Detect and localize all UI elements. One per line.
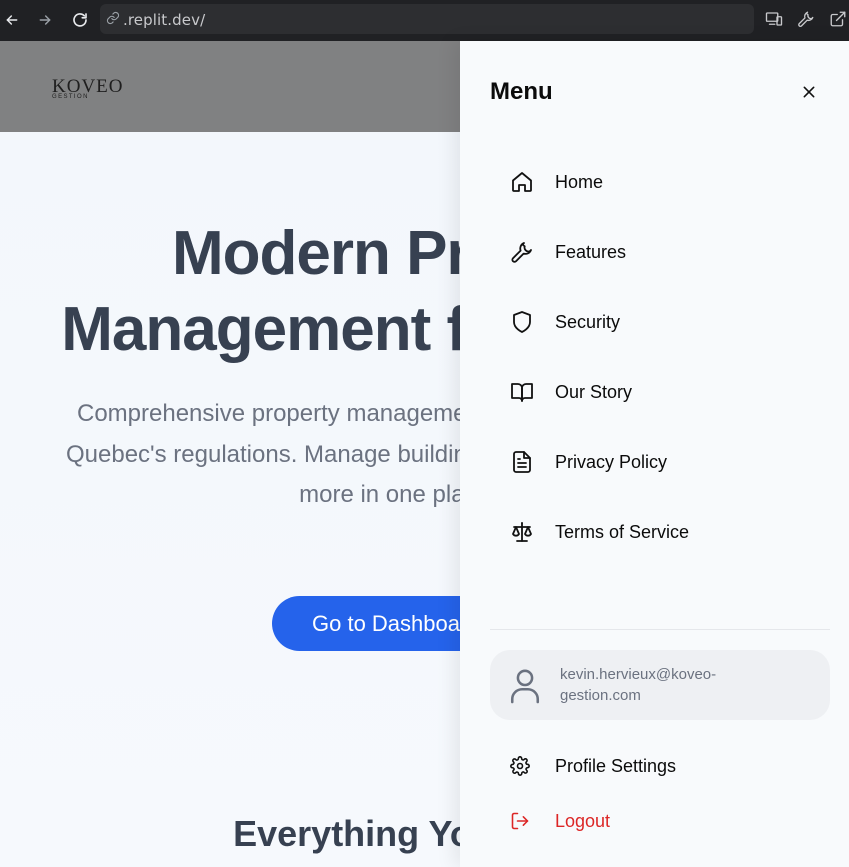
wrench-icon [490, 240, 555, 264]
menu-item-security[interactable]: Security [490, 299, 820, 345]
hero-section: Modern Property Management for Quebec Co… [0, 132, 460, 867]
menu-item-label: Privacy Policy [555, 451, 668, 472]
logout-label: Logout [555, 810, 611, 831]
reload-button[interactable] [68, 8, 92, 32]
devtools-button[interactable] [795, 8, 817, 30]
device-preview-button[interactable] [763, 8, 785, 30]
close-icon [803, 86, 815, 98]
home-icon [490, 170, 555, 194]
hero-title-line-2: Management for Quebec [61, 295, 460, 364]
reload-icon [73, 13, 87, 27]
menu-item-home[interactable]: Home [490, 159, 820, 205]
arrow-right-icon [39, 15, 51, 25]
menu-item-label: Features [555, 241, 627, 262]
hero-title-line-1: Modern Property [171, 219, 460, 288]
hero-title: Modern Property Management for Quebec [0, 216, 460, 368]
link-icon [106, 11, 120, 30]
menu-item-label: Terms of Service [555, 521, 690, 542]
menu-title: Menu [490, 78, 553, 105]
logout-icon [490, 811, 555, 831]
shield-icon [490, 310, 555, 334]
user-avatar-icon [508, 666, 542, 709]
file-text-icon [490, 450, 555, 474]
mobile-menu-panel: Menu Home Features Security Our Story Pr… [460, 41, 849, 867]
browser-toolbar: .replit.dev/ [0, 0, 849, 41]
menu-item-label: Home [555, 171, 604, 192]
user-email: kevin.hervieux@koveo-gestion.com [560, 666, 717, 704]
forward-button[interactable] [33, 8, 57, 32]
scale-icon [490, 520, 555, 544]
menu-divider [490, 629, 830, 630]
close-menu-button[interactable] [799, 82, 819, 102]
site-header: KOVEO GESTION [0, 41, 460, 132]
back-button[interactable] [0, 8, 24, 32]
menu-item-label: Our Story [555, 381, 633, 402]
url-text: .replit.dev/ [123, 11, 206, 29]
gear-icon [490, 756, 555, 776]
logout-button[interactable]: Logout [490, 804, 790, 838]
go-to-dashboard-button[interactable]: Go to Dashboard [272, 596, 460, 651]
features-section-title: Everything You Need [233, 813, 460, 854]
hero-subtitle: Comprehensive property management design… [65, 400, 460, 508]
menu-item-features[interactable]: Features [490, 229, 820, 275]
wrench-icon [798, 11, 814, 28]
menu-item-label: Security [555, 311, 621, 332]
address-bar[interactable]: .replit.dev/ [100, 4, 754, 34]
menu-item-terms-of-service[interactable]: Terms of Service [490, 509, 820, 555]
menu-item-our-story[interactable]: Our Story [490, 369, 820, 415]
user-info-card: kevin.hervieux@koveo-gestion.com [490, 650, 830, 720]
menu-item-privacy-policy[interactable]: Privacy Policy [490, 439, 820, 485]
profile-settings-label: Profile Settings [555, 755, 677, 776]
site-logo[interactable]: KOVEO GESTION [52, 77, 124, 100]
book-open-icon [490, 380, 555, 404]
external-link-icon [830, 11, 846, 27]
arrow-left-icon [6, 15, 18, 25]
open-in-new-tab-button[interactable] [827, 8, 849, 30]
profile-settings-link[interactable]: Profile Settings [490, 749, 790, 783]
devices-icon [765, 12, 783, 26]
